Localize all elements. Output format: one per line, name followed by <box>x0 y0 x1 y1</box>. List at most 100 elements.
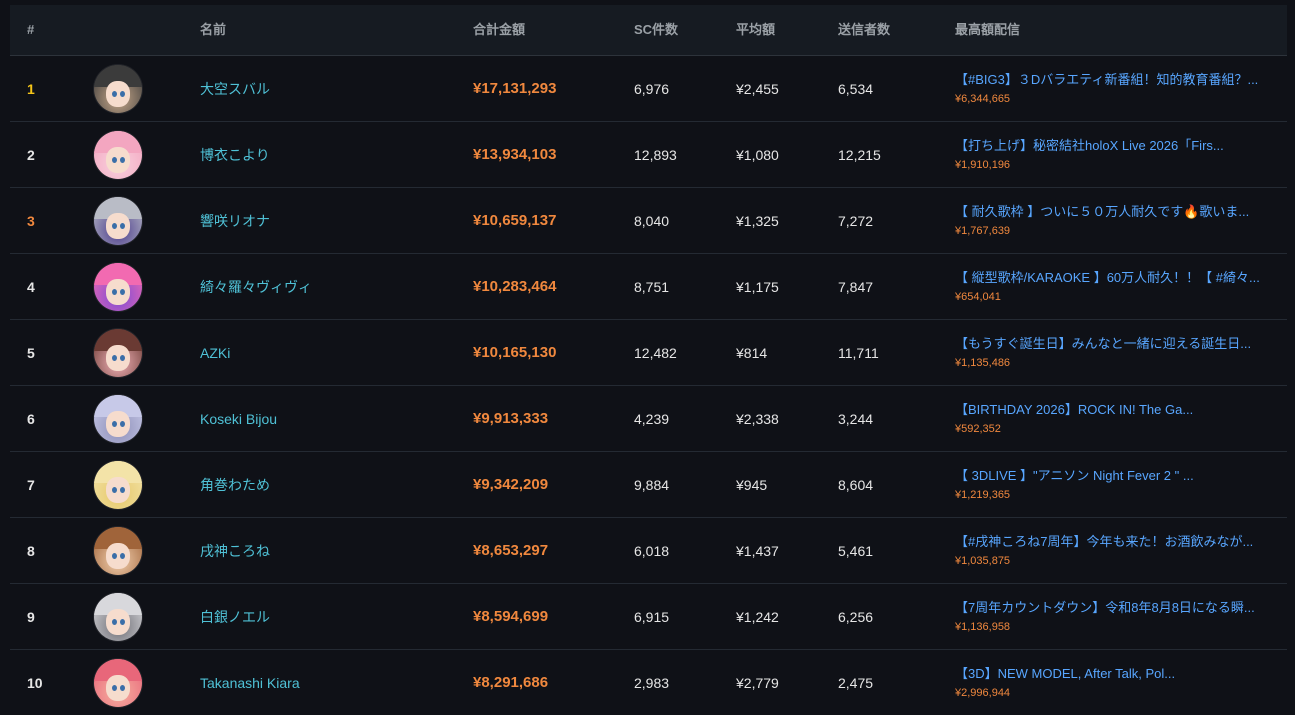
top-stream-amount: ¥6,344,665 <box>955 92 1011 105</box>
sender-count: 6,534 <box>838 80 874 97</box>
name-link[interactable]: 角巻わため <box>200 452 270 517</box>
top-stream-link[interactable]: 【#BIG3】３Dバラエティ新番組！知的教育番組？... <box>955 71 1275 89</box>
top-stream-link[interactable]: 【BIRTHDAY 2026】ROCK IN! The Ga... <box>955 401 1275 419</box>
name-link[interactable]: 戌神ころね <box>200 518 270 583</box>
top-stream-link[interactable]: 【3D】NEW MODEL, After Talk, Pol... <box>955 665 1275 683</box>
header-average[interactable]: 平均額 <box>736 5 775 55</box>
avatar-cell <box>94 386 142 451</box>
sender-count: 7,272 <box>838 212 874 229</box>
top-stream-cell: 【 耐久歌枠 】ついに５０万人耐久です🔥歌いま... ¥1,767,639 <box>955 188 1275 253</box>
top-stream-cell: 【打ち上げ】秘密結社holoX Live 2026「Firs... ¥1,910,… <box>955 122 1275 187</box>
top-stream-cell: 【 縦型歌枠/KARAOKE 】60万人耐久！！【 #綺々... ¥654,041 <box>955 254 1275 319</box>
top-stream-link[interactable]: 【 縦型歌枠/KARAOKE 】60万人耐久！！【 #綺々... <box>955 269 1275 287</box>
name-link[interactable]: 博衣こより <box>200 122 270 187</box>
avatar-face <box>106 344 130 371</box>
avatar[interactable] <box>94 196 142 245</box>
sender-count: 11,711 <box>838 344 879 361</box>
avatar-face <box>106 278 130 305</box>
header-count[interactable]: SC件数 <box>634 5 678 55</box>
top-stream-link[interactable]: 【#戌神ころね7周年】今年も来た！お酒飲みなが... <box>955 533 1275 551</box>
avatar[interactable] <box>94 394 142 443</box>
header-total[interactable]: 合計金額 <box>473 5 525 55</box>
header-rank[interactable]: # <box>27 5 34 55</box>
avatar[interactable] <box>94 130 142 179</box>
avatar-face <box>106 674 130 701</box>
avatar[interactable] <box>94 328 142 377</box>
name-link[interactable]: 白銀ノエル <box>200 584 270 649</box>
name-link[interactable]: 大空スバル <box>200 56 270 121</box>
table-row[interactable]: 9 白銀ノエル ¥8,594,699 6,915 ¥1,242 6,256 【7周年カウント… <box>10 584 1287 650</box>
table-row[interactable]: 8 戌神ころね ¥8,653,297 6,018 ¥1,437 5,461 【#戌神ころね7… <box>10 518 1287 584</box>
avatar[interactable] <box>94 658 142 707</box>
top-stream-amount: ¥1,219,365 <box>955 488 1011 501</box>
avatar[interactable] <box>94 64 142 113</box>
avatar[interactable] <box>94 592 142 641</box>
sc-count: 8,040 <box>634 212 670 229</box>
top-stream-link[interactable]: 【もうすぐ誕生日】みんなと一緒に迎える誕生日... <box>955 335 1275 353</box>
rank-cell: 6 <box>27 410 35 427</box>
top-stream-amount: ¥1,910,196 <box>955 158 1011 171</box>
avatar-eye <box>112 552 117 559</box>
avatar[interactable] <box>94 460 142 509</box>
avatar-eye <box>120 684 125 691</box>
top-stream-amount: ¥1,136,958 <box>955 620 1011 633</box>
avatar[interactable] <box>94 526 142 575</box>
sc-count: 6,018 <box>634 542 670 559</box>
sender-count: 12,215 <box>838 146 881 163</box>
avatar-eye <box>112 618 117 625</box>
name-link[interactable]: 響咲リオナ <box>200 188 270 253</box>
sender-count: 6,256 <box>838 608 874 625</box>
sc-count: 6,915 <box>634 608 670 625</box>
header-senders[interactable]: 送信者数 <box>838 5 890 55</box>
avatar-eye <box>112 288 117 295</box>
table-row[interactable]: 4 綺々羅々ヴィヴィ ¥10,283,464 8,751 ¥1,175 7,847 【 縦型… <box>10 254 1287 320</box>
table-row[interactable]: 6 Koseki Bijou ¥9,913,333 4,239 ¥2,338 3,244 【… <box>10 386 1287 452</box>
sender-count: 8,604 <box>838 476 874 493</box>
rank-cell: 1 <box>27 80 35 97</box>
top-stream-amount: ¥1,767,639 <box>955 224 1011 237</box>
name-link[interactable]: Takanashi Kiara <box>200 650 300 715</box>
avatar-cell <box>94 188 142 253</box>
sender-count: 2,475 <box>838 674 874 691</box>
avatar-cell <box>94 584 142 649</box>
rank-cell: 5 <box>27 344 35 361</box>
header-top-stream[interactable]: 最高額配信 <box>955 5 1020 55</box>
name-link[interactable]: Koseki Bijou <box>200 386 277 451</box>
table-row[interactable]: 5 AZKi ¥10,165,130 12,482 ¥814 11,711 【もうすぐ誕生日… <box>10 320 1287 386</box>
header-name[interactable]: 名前 <box>200 5 226 55</box>
total-amount: ¥8,594,699 <box>473 608 549 625</box>
rank-cell: 3 <box>27 212 35 229</box>
avatar-face <box>106 146 130 173</box>
top-stream-amount: ¥592,352 <box>955 422 1001 435</box>
rank-cell: 7 <box>27 476 35 493</box>
rank-cell: 2 <box>27 146 35 163</box>
name-link[interactable]: AZKi <box>200 320 230 385</box>
table-row[interactable]: 2 博衣こより ¥13,934,103 12,893 ¥1,080 12,215 【打ち上げ… <box>10 122 1287 188</box>
avatar-cell <box>94 122 142 187</box>
avatar-cell <box>94 518 142 583</box>
avatar-eye <box>120 552 125 559</box>
total-amount: ¥17,131,293 <box>473 80 557 97</box>
rank-cell: 8 <box>27 542 35 559</box>
table-body: 1 大空スバル ¥17,131,293 6,976 ¥2,455 6,534 【#BIG3】… <box>10 56 1287 715</box>
avatar-eye <box>120 156 125 163</box>
avatar-face <box>106 80 130 107</box>
top-stream-cell: 【#BIG3】３Dバラエティ新番組！知的教育番組？... ¥6,344,665 <box>955 56 1275 121</box>
average-amount: ¥2,779 <box>736 674 779 691</box>
avatar-face <box>106 608 130 635</box>
rank-cell: 10 <box>27 674 43 691</box>
table-row[interactable]: 1 大空スバル ¥17,131,293 6,976 ¥2,455 6,534 【#BIG3】… <box>10 56 1287 122</box>
sender-count: 7,847 <box>838 278 874 295</box>
table-row[interactable]: 3 響咲リオナ ¥10,659,137 8,040 ¥1,325 7,272 【 耐久歌枠 … <box>10 188 1287 254</box>
top-stream-link[interactable]: 【 耐久歌枠 】ついに５０万人耐久です🔥歌いま... <box>955 203 1275 221</box>
top-stream-amount: ¥1,135,486 <box>955 356 1011 369</box>
top-stream-link[interactable]: 【 3DLIVE 】"アニソン Night Fever 2 " ... <box>955 467 1275 485</box>
top-stream-link[interactable]: 【打ち上げ】秘密結社holoX Live 2026「Firs... <box>955 137 1275 155</box>
table-row[interactable]: 10 Takanashi Kiara ¥8,291,686 2,983 ¥2,779 2,… <box>10 650 1287 715</box>
name-link[interactable]: 綺々羅々ヴィヴィ <box>200 254 312 319</box>
avatar-eye <box>120 420 125 427</box>
top-stream-link[interactable]: 【7周年カウントダウン】令和8年8月8日になる瞬... <box>955 599 1275 617</box>
table-row[interactable]: 7 角巻わため ¥9,342,209 9,884 ¥945 8,604 【 3DLIVE 】… <box>10 452 1287 518</box>
avatar[interactable] <box>94 262 142 311</box>
total-amount: ¥10,659,137 <box>473 212 557 229</box>
